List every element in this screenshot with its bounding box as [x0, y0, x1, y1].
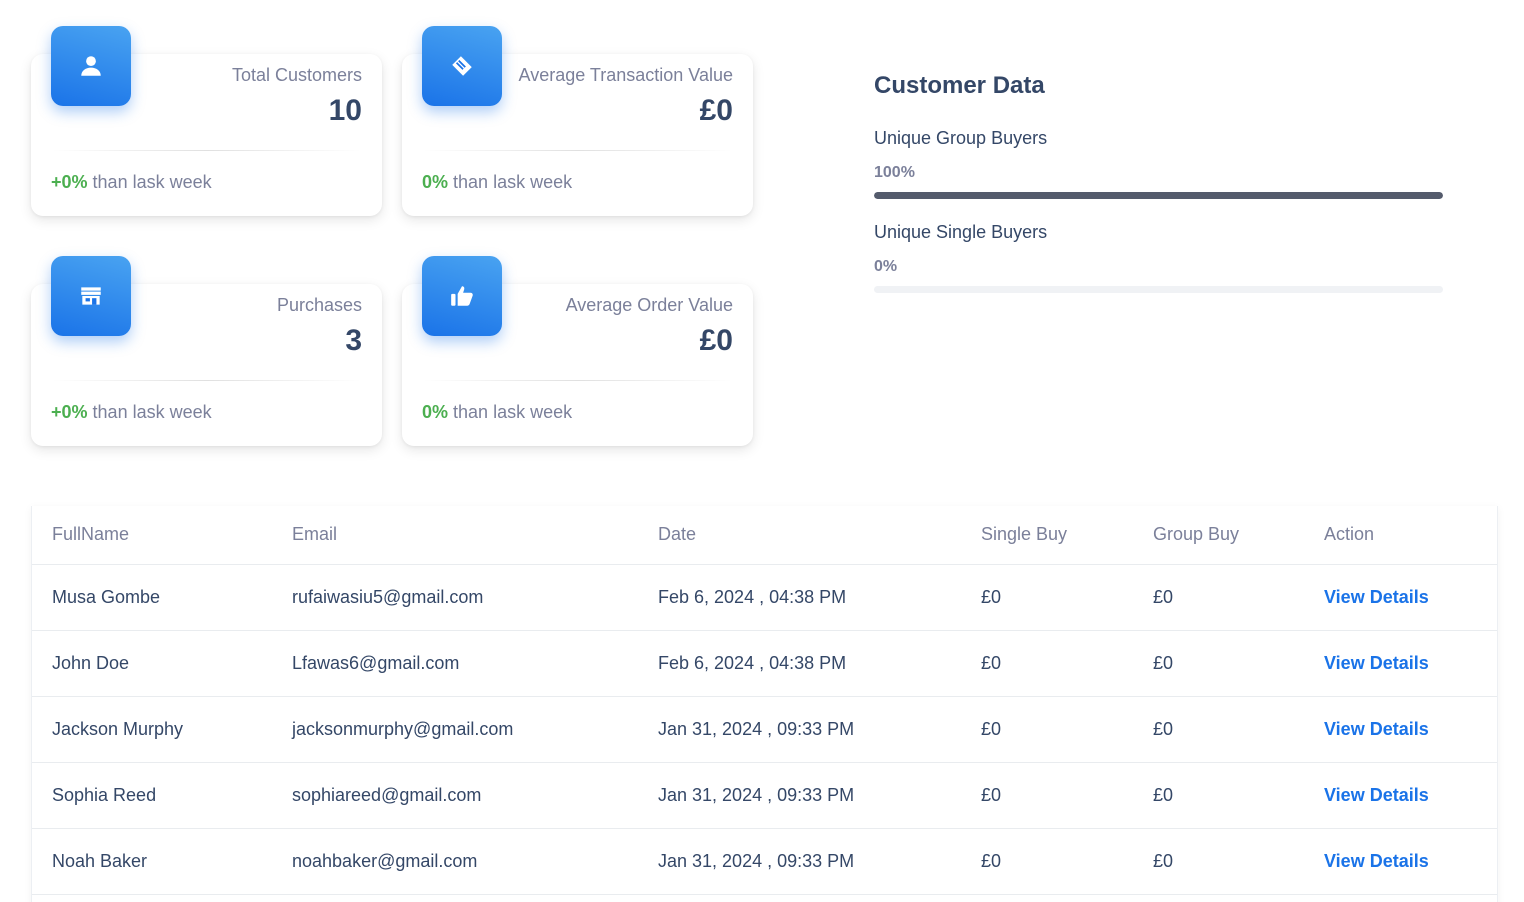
table-row: Jackson Murphy jacksonmurphy@gmail.com J…	[32, 696, 1497, 763]
progress-bar-group-buyers	[874, 192, 1443, 199]
stat-value: £0	[699, 94, 733, 127]
column-header-date: Date	[638, 506, 961, 565]
store-icon	[51, 256, 131, 336]
view-details-link[interactable]: View Details	[1304, 828, 1497, 895]
stat-card-purchases: Purchases 3 +0% than lask week	[31, 256, 382, 446]
cell-date: Jan 31, 2024 , 09:33 PM	[638, 828, 961, 895]
table-row: Noah Baker noahbaker@gmail.com Jan 31, 2…	[32, 828, 1497, 895]
user-icon	[51, 26, 131, 106]
divider	[422, 150, 733, 151]
stat-label: Purchases	[276, 295, 362, 315]
view-details-link[interactable]: View Details	[1304, 762, 1497, 829]
stat-value: 3	[345, 324, 362, 357]
stat-label: Average Transaction Value	[518, 65, 733, 85]
cell-email: jacksonmurphy@gmail.com	[272, 696, 638, 763]
stat-change-text: than lask week	[92, 172, 212, 192]
cell-group-buy: £0	[1133, 630, 1304, 697]
bar-label-single-buyers: Unique Single Buyers	[874, 222, 1048, 242]
column-header-fullname: FullName	[32, 506, 272, 565]
stat-value: 10	[328, 94, 362, 127]
cell-email: rufaiwasiu5@gmail.com	[272, 564, 638, 631]
divider	[422, 380, 733, 381]
stat-change: 0%	[422, 172, 449, 192]
view-details-link[interactable]: View Details	[1304, 630, 1497, 697]
cell-date: Feb 6, 2024 , 04:38 PM	[638, 564, 961, 631]
cell-email: noahbaker@gmail.com	[272, 828, 638, 895]
cell-single-buy: £0	[961, 828, 1133, 895]
cell-date: Feb 6, 2024 , 04:38 PM	[638, 630, 961, 697]
bar-percent-group-buyers: 100%	[874, 164, 915, 181]
cell-date: Jan 31, 2024 , 09:33 PM	[638, 762, 961, 829]
dashboard-page: Total Customers 10 +0% than lask week Av…	[0, 0, 1524, 902]
customer-data-title: Customer Data	[874, 72, 1045, 99]
column-header-email: Email	[272, 506, 638, 565]
stat-change-text: than lask week	[453, 402, 573, 422]
cell-group-buy: £0	[1133, 564, 1304, 631]
cell-fullname: Jackson Murphy	[32, 696, 272, 763]
column-header-single-buy: Single Buy	[961, 506, 1133, 565]
cell-group-buy: £0	[1133, 762, 1304, 829]
stat-footer: 0% than lask week	[422, 402, 572, 423]
stat-footer: +0% than lask week	[51, 172, 212, 193]
progress-fill-group-buyers	[874, 192, 1443, 199]
column-header-action: Action	[1304, 506, 1497, 565]
progress-bar-single-buyers	[874, 286, 1443, 293]
cell-group-buy: £0	[1133, 828, 1304, 895]
stat-change-text: than lask week	[92, 402, 212, 422]
cell-single-buy: £0	[961, 564, 1133, 631]
stat-label: Average Order Value	[565, 295, 733, 315]
stat-change: +0%	[51, 402, 88, 422]
stat-card-average-order-value: Average Order Value £0 0% than lask week	[402, 256, 753, 446]
bar-percent-single-buyers: 0%	[874, 258, 898, 275]
table-row: Sophia Reed sophiareed@gmail.com Jan 31,…	[32, 762, 1497, 829]
divider	[51, 150, 362, 151]
table-row: John Doe Lfawas6@gmail.com Feb 6, 2024 ,…	[32, 630, 1497, 697]
stat-footer: 0% than lask week	[422, 172, 572, 193]
cell-email: Lfawas6@gmail.com	[272, 630, 638, 697]
thumbs-up-icon	[422, 256, 502, 336]
cell-date: Jan 31, 2024 , 09:33 PM	[638, 696, 961, 763]
customers-table: FullName Email Date Single Buy Group Buy…	[31, 506, 1498, 902]
table-header-row: FullName Email Date Single Buy Group Buy…	[32, 506, 1497, 565]
stat-footer: +0% than lask week	[51, 402, 212, 423]
cell-email: sophiareed@gmail.com	[272, 762, 638, 829]
stat-value: £0	[699, 324, 733, 357]
cell-fullname: Musa Gombe	[32, 564, 272, 631]
column-header-group-buy: Group Buy	[1133, 506, 1304, 565]
stat-change: +0%	[51, 172, 88, 192]
cell-single-buy: £0	[961, 762, 1133, 829]
cell-fullname: Noah Baker	[32, 828, 272, 895]
handshake-icon	[422, 26, 502, 106]
divider	[51, 380, 362, 381]
cell-fullname: John Doe	[32, 630, 272, 697]
bar-label-group-buyers: Unique Group Buyers	[874, 128, 1048, 148]
stat-label: Total Customers	[231, 65, 362, 85]
stat-change-text: than lask week	[453, 172, 573, 192]
stat-card-average-transaction-value: Average Transaction Value £0 0% than las…	[402, 26, 753, 216]
cell-group-buy: £0	[1133, 696, 1304, 763]
table-row: Musa Gombe rufaiwasiu5@gmail.com Feb 6, …	[32, 564, 1497, 631]
stat-change: 0%	[422, 402, 449, 422]
view-details-link[interactable]: View Details	[1304, 696, 1497, 763]
cell-fullname: Sophia Reed	[32, 762, 272, 829]
cell-single-buy: £0	[961, 696, 1133, 763]
view-details-link[interactable]: View Details	[1304, 564, 1497, 631]
stat-card-total-customers: Total Customers 10 +0% than lask week	[31, 26, 382, 216]
cell-single-buy: £0	[961, 630, 1133, 697]
